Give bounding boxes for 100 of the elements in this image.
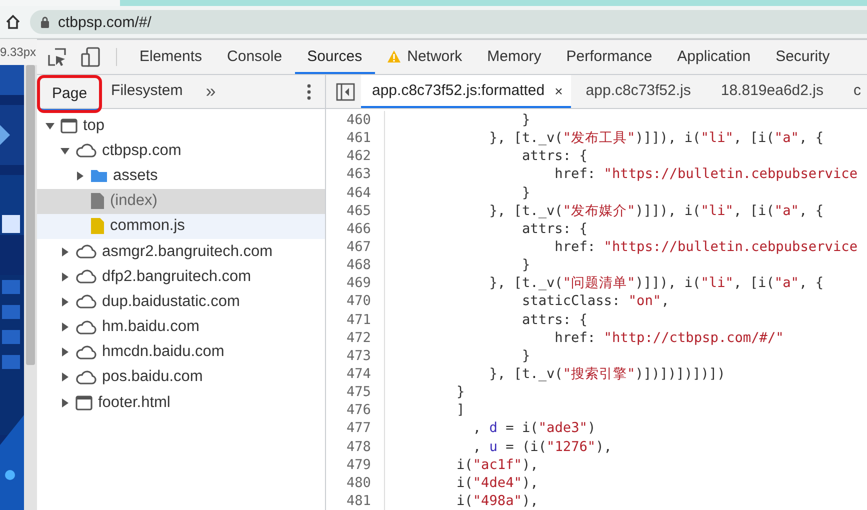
panel-tab[interactable]: Security bbox=[763, 40, 842, 74]
close-button[interactable]: × bbox=[554, 82, 563, 98]
caret-icon[interactable] bbox=[60, 296, 70, 307]
line-number: 462 bbox=[345, 147, 372, 166]
device-icon[interactable] bbox=[81, 47, 100, 67]
warning-icon bbox=[387, 50, 402, 62]
code-line: } bbox=[520, 111, 532, 130]
tree-item[interactable]: asmgr2.bangruitech.com bbox=[102, 242, 273, 261]
code-line: } bbox=[520, 256, 532, 274]
line-number: 469 bbox=[345, 274, 372, 292]
lock-icon bbox=[40, 16, 50, 28]
panel-tab[interactable]: Console bbox=[214, 40, 295, 74]
caret-icon[interactable] bbox=[45, 120, 55, 131]
address-field[interactable]: ctbpsp.com/#/ bbox=[30, 10, 867, 34]
line-number: 481 bbox=[345, 492, 372, 510]
tree-item[interactable]: ctbpsp.com bbox=[102, 142, 182, 160]
code-line: } bbox=[520, 184, 532, 202]
line-number: 463 bbox=[345, 165, 372, 184]
code-line: attrs: { bbox=[520, 310, 588, 329]
line-number: 473 bbox=[345, 346, 372, 365]
line-number: 460 bbox=[345, 111, 372, 130]
cloud-icon bbox=[75, 244, 97, 260]
code-line: attrs: { bbox=[520, 220, 588, 238]
caret-icon[interactable] bbox=[60, 272, 70, 282]
line-number: 480 bbox=[345, 474, 372, 492]
code-line: href: "https://bulletin.cebpubservice bbox=[554, 165, 859, 184]
inspect-icon[interactable] bbox=[48, 48, 67, 66]
code-line: } bbox=[520, 346, 532, 365]
caret-icon[interactable] bbox=[60, 146, 70, 156]
file-tab[interactable]: app.c8c73f52.js bbox=[570, 75, 706, 108]
line-number: 478 bbox=[345, 438, 372, 456]
line-number: 465 bbox=[345, 202, 372, 220]
code-line: }, [t._v("搜索引擎")])])])])]) bbox=[488, 364, 726, 384]
code-line: href: "http://ctbpsp.com/#/" bbox=[554, 328, 785, 347]
line-number: 470 bbox=[345, 292, 372, 311]
code-line: href: "https://bulletin.cebpubservice bbox=[554, 238, 859, 256]
tree-item[interactable]: hmcdn.baidu.com bbox=[102, 343, 224, 362]
cloud-icon bbox=[75, 294, 97, 310]
file-icon bbox=[90, 192, 105, 210]
tree-item[interactable]: footer.html bbox=[98, 394, 170, 412]
panel-tab[interactable]: Elements bbox=[127, 40, 215, 74]
code-line: , u = (i("1276"), bbox=[472, 438, 613, 456]
frame-icon bbox=[75, 394, 93, 411]
file-tab[interactable]: app.c8c73f52.js:formatted × bbox=[361, 75, 571, 108]
panel-tab[interactable]: Performance bbox=[554, 40, 665, 74]
code-line: i("ac1f"), bbox=[455, 456, 540, 474]
tree-item[interactable]: assets bbox=[113, 166, 158, 185]
line-number: 477 bbox=[345, 419, 372, 438]
line-number: 464 bbox=[345, 184, 372, 202]
code-line: }, [t._v("发布媒介")]]), i("li", [i("a", { bbox=[488, 202, 825, 220]
line-number: 466 bbox=[345, 220, 372, 238]
code-line: i("498a"), bbox=[455, 492, 540, 510]
panel-tab[interactable]: Application bbox=[664, 40, 764, 74]
line-number: 479 bbox=[345, 456, 372, 474]
caret-icon[interactable] bbox=[75, 170, 85, 181]
code-line: attrs: { bbox=[520, 147, 588, 166]
cloud-icon bbox=[75, 269, 97, 284]
tree-item[interactable]: pos.baidu.com bbox=[102, 368, 203, 386]
cloud-icon bbox=[75, 320, 97, 335]
caret-icon[interactable] bbox=[60, 347, 70, 358]
code-line: , d = i("ade3") bbox=[472, 419, 597, 438]
file-tab[interactable]: c bbox=[838, 75, 867, 108]
line-number: 475 bbox=[345, 383, 372, 402]
file-tab[interactable]: 18.819ea6d2.js bbox=[706, 75, 838, 108]
line-number: 474 bbox=[345, 364, 372, 384]
caret-icon[interactable] bbox=[60, 398, 70, 408]
cloud-icon bbox=[75, 143, 97, 158]
tree-item[interactable]: common.js bbox=[110, 217, 185, 236]
tree-item[interactable]: top bbox=[83, 116, 105, 135]
tree-item[interactable]: hm.baidu.com bbox=[102, 318, 200, 336]
more-icon[interactable] bbox=[307, 84, 311, 100]
line-number: 461 bbox=[345, 129, 372, 148]
line-number: 476 bbox=[345, 401, 372, 420]
panel-tab[interactable]: Memory bbox=[474, 40, 554, 74]
file-icon bbox=[90, 217, 105, 236]
tree-item[interactable]: dup.baidustatic.com bbox=[102, 292, 240, 311]
caret-icon[interactable] bbox=[60, 372, 70, 382]
line-number: 467 bbox=[345, 238, 372, 256]
scrollbar[interactable] bbox=[24, 65, 37, 510]
line-number: 472 bbox=[345, 328, 372, 347]
code-line: ] bbox=[455, 401, 466, 420]
home-icon[interactable] bbox=[4, 13, 22, 31]
line-number: 468 bbox=[345, 256, 372, 274]
ruler-label: 9.33px bbox=[0, 45, 36, 59]
cloud-icon bbox=[75, 370, 97, 385]
navigator-tab[interactable]: Filesystem bbox=[100, 75, 194, 108]
caret-icon[interactable] bbox=[60, 322, 70, 332]
frame-icon bbox=[60, 118, 78, 134]
code-line: } bbox=[455, 383, 466, 402]
cloud-icon bbox=[75, 344, 97, 360]
code-line: staticClass: "on", bbox=[520, 292, 670, 311]
tree-item[interactable]: dfp2.bangruitech.com bbox=[102, 268, 252, 286]
code-line: i("4de4"), bbox=[455, 474, 540, 492]
code-line: }, [t._v("问题清单")]]), i("li", [i("a", { bbox=[488, 274, 825, 292]
tree-item[interactable]: (index) bbox=[110, 192, 158, 210]
panel-tab[interactable]: Network bbox=[374, 40, 475, 74]
more-tabs-button[interactable]: » bbox=[194, 75, 228, 108]
caret-icon[interactable] bbox=[60, 246, 70, 257]
sidebar-toggle-icon[interactable] bbox=[336, 82, 355, 100]
navigator-tab[interactable]: Page bbox=[39, 77, 100, 111]
